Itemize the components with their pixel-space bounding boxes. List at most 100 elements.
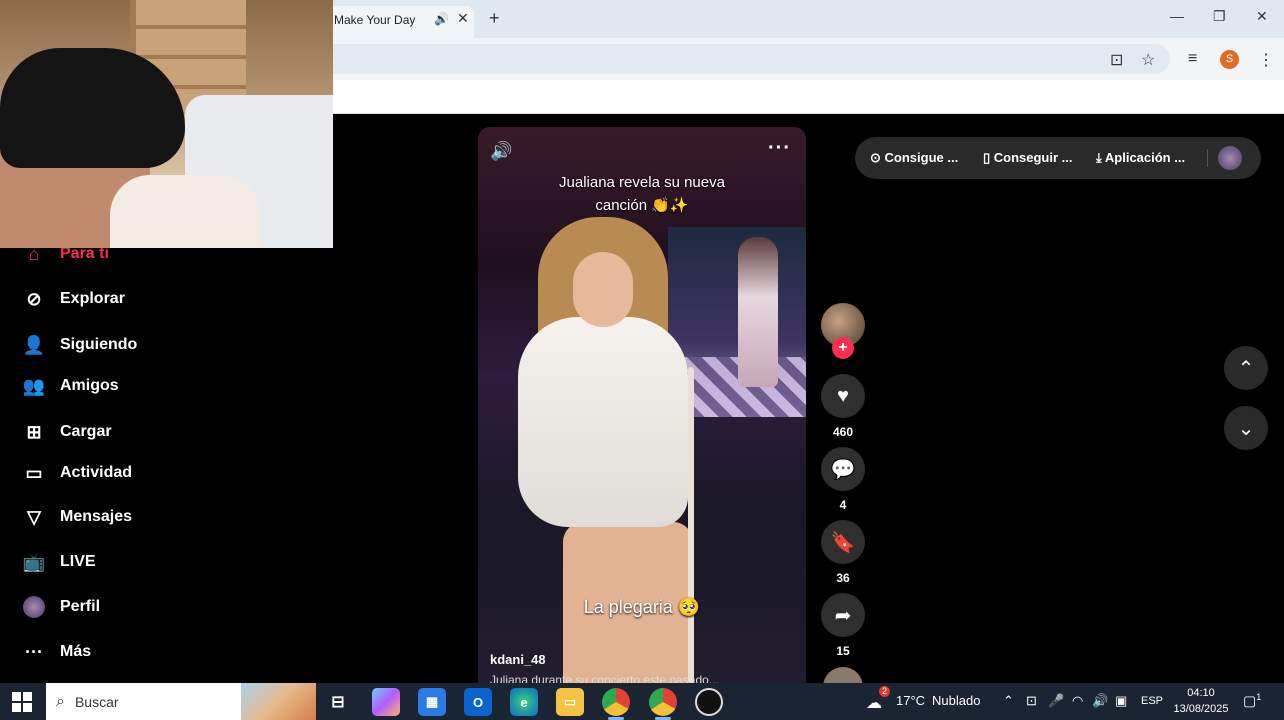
windows-start-icon[interactable] [12,692,32,712]
weather-desc[interactable]: Nublado [932,693,980,708]
volume-icon[interactable]: 🔊 [1092,693,1108,709]
display-icon[interactable]: ▣ [1115,693,1127,709]
task-view-icon[interactable]: ⊟ [324,688,352,716]
chevron-up-icon[interactable]: ⌃ [1003,693,1014,709]
sidebar-item-mensajes[interactable]: ▽ Mensajes [22,504,132,530]
system-clock[interactable]: 04:10 13/08/2025 [1168,685,1234,717]
rope [688,367,694,683]
live-icon: 📺 [22,551,46,572]
edge-icon[interactable]: e [510,688,538,716]
profile-avatar [22,595,46,619]
search-icon: ⌕ [56,692,65,710]
top-actions-bar: ⊙ Consigue ... ▯ Conseguir ... ⤓ Aplicac… [855,137,1261,179]
like-count: 460 [832,425,854,439]
video-description: Juliana durante su concierto este pasado… [490,673,719,683]
sidebar-item-cargar[interactable]: ⊞ Cargar [22,419,112,445]
minimize-button[interactable]: — [1170,8,1184,24]
language-indicator[interactable]: ESP [1141,695,1163,707]
file-explorer-icon[interactable]: ▭ [556,688,584,716]
sidebar-item-label: Amigos [60,377,119,394]
download-app-button[interactable]: ⤓ Aplicación ... [1096,150,1185,166]
chrome-icon[interactable] [602,688,630,716]
share-count: 15 [836,644,850,658]
following-icon: 👤 [22,334,46,355]
store-icon[interactable]: ▦ [418,688,446,716]
bookmark-star-icon[interactable]: ☆ [1141,50,1155,70]
sidebar-item-label: Más [60,643,92,660]
sidebar-item-label: Siguiendo [60,336,138,353]
browser-tab[interactable]: Make Your Day 🔊 ✕ [322,6,474,38]
like-button[interactable]: ♥ [821,374,865,418]
video-username[interactable]: kdani_48 [490,652,546,667]
video-caption-line1: Jualiana revela su nueva [559,174,725,191]
messages-icon: ▽ [27,506,41,527]
camera-icon[interactable]: ⊡ [1026,693,1037,709]
notification-icon[interactable]: ▢1 [1243,692,1261,710]
more-icon: ··· [25,641,43,662]
heart-icon: ♥ [837,384,849,407]
obs-icon[interactable] [695,688,723,716]
webcam-overlay [0,0,333,248]
sidebar-item-mas[interactable]: ··· Más [22,639,91,665]
speaker-icon[interactable]: 🔊 [434,12,449,26]
share-button[interactable]: ➦ [821,593,865,637]
more-options-icon[interactable]: ··· [768,137,791,160]
new-tab-button[interactable]: + [489,8,500,29]
weather-icon[interactable]: ☁ [866,693,882,713]
activity-icon: ▭ [25,462,43,483]
next-video-button[interactable]: ⌄ [1224,406,1268,450]
address-bar[interactable] [300,44,1170,74]
sidebar-item-perfil[interactable]: Perfil [22,594,100,620]
save-button[interactable]: 🔖 [821,520,865,564]
video-player[interactable]: 🔊 ··· Jualiana revela su nueva canción 👏… [478,127,806,683]
chrome-icon[interactable] [649,688,677,716]
sidebar-item-label: Perfil [60,598,101,615]
sidebar-item-actividad[interactable]: ▭ Actividad [22,460,132,486]
outlook-icon[interactable]: O [464,688,492,716]
save-count: 36 [836,571,850,585]
singer-face [573,252,633,327]
sidebar-item-label: Explorar [60,290,125,307]
copilot-icon[interactable] [372,688,400,716]
sidebar-item-siguiendo[interactable]: 👤 Siguiendo [22,332,138,358]
microphone-icon[interactable]: 🎤 [1048,693,1064,709]
chevron-down-icon: ⌄ [1237,417,1255,440]
bookmark-icon: 🔖 [830,531,856,554]
tab-title: Make Your Day [334,13,416,27]
volume-icon[interactable]: 🔊 [490,141,512,162]
background-performer [738,237,778,387]
follow-button[interactable]: + [832,337,854,359]
sidebar-item-label: Actividad [60,464,133,481]
sidebar-item-label: LIVE [60,553,96,570]
friends-icon: 👥 [22,375,46,396]
comment-button[interactable]: 💬 [821,447,865,491]
profile-avatar[interactable]: S [1220,50,1239,69]
chevron-up-icon: ⌃ [1237,357,1255,380]
sidebar-item-label: Cargar [60,423,112,440]
kebab-menu-icon[interactable]: ⋮ [1258,50,1274,70]
compass-icon: ⊘ [26,288,42,309]
install-app-icon[interactable]: ⊡ [1110,50,1123,70]
sidebar-item-explorar[interactable]: ⊘ Explorar [22,286,125,312]
get-app-button[interactable]: ▯ Conseguir ... [983,150,1073,166]
user-avatar[interactable] [1218,146,1242,170]
close-icon[interactable]: ✕ [457,10,469,27]
weather-temp[interactable]: 17°C [896,693,925,708]
share-icon: ➦ [834,604,852,627]
window-close-button[interactable]: ✕ [1256,8,1268,25]
person-shirt [110,175,260,248]
sidebar-item-amigos[interactable]: 👥 Amigos [22,373,119,399]
singer-dress [518,317,688,527]
comment-count: 4 [839,498,847,512]
sidebar-item-live[interactable]: 📺 LIVE [22,549,96,575]
previous-video-button[interactable]: ⌃ [1224,346,1268,390]
taskbar-search[interactable]: ⌕ Buscar [46,683,316,720]
media-control-icon[interactable]: ≡ [1188,50,1197,68]
get-coins-button[interactable]: ⊙ Consigue ... [870,150,958,166]
wifi-icon[interactable]: ◠ [1072,693,1083,709]
maximize-button[interactable]: ❐ [1213,8,1226,25]
search-placeholder: Buscar [74,693,119,710]
video-overlay-text: La plegaria 🥺 [583,597,701,617]
divider [1207,149,1208,167]
video-caption-line2: canción 👏✨ [595,197,689,214]
